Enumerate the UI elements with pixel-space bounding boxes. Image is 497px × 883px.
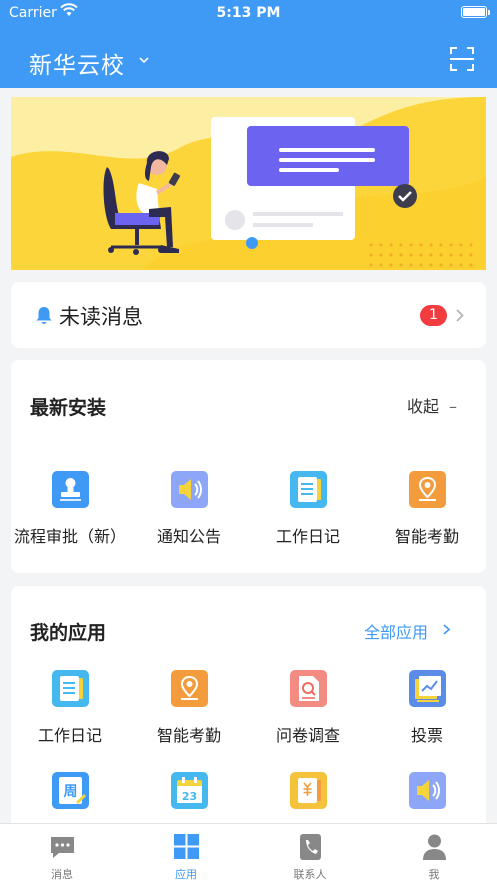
section-title: 最新安装 (30, 397, 107, 419)
app-label: 智能考勤 (156, 726, 221, 745)
stamp-icon (52, 471, 89, 508)
message-icon (51, 837, 74, 858)
battery-icon (461, 6, 490, 18)
tab-label: 我 (428, 868, 440, 881)
speaker-icon (409, 772, 446, 809)
apps-grid-icon (174, 834, 199, 859)
app-label: 问卷调查 (275, 726, 340, 745)
recent-installed-section: 最新安装 收起 – 流程审批（新） 通知公告 工作日记 智能考勤 (11, 360, 486, 573)
notebook-icon (52, 670, 89, 707)
section-title: 我的应用 (30, 622, 107, 644)
app-tile[interactable]: 流程审批（新） (11, 471, 129, 553)
profile-icon (423, 834, 446, 860)
bell-icon (36, 307, 52, 324)
collapse-button[interactable]: 收起 – (407, 393, 457, 417)
scan-icon[interactable] (449, 46, 475, 72)
all-apps-link[interactable]: 全部应用 (364, 619, 428, 643)
speaker-icon (171, 471, 208, 508)
weekly-report-icon-text: 周 (64, 784, 78, 800)
app-tile[interactable]: 工作日记 (249, 471, 367, 553)
notebook-icon (290, 471, 327, 508)
chevron-right-icon (456, 309, 464, 322)
chevron-right-icon[interactable] (442, 623, 451, 636)
survey-icon (290, 670, 327, 707)
collapse-label: 收起 (407, 397, 440, 416)
header: 新华云校 (0, 26, 497, 88)
salary-icon (290, 772, 327, 809)
tab-me[interactable]: 我 (372, 824, 496, 883)
app-tile[interactable]: 通知公告 (130, 471, 248, 553)
school-switcher[interactable]: 新华云校 (29, 46, 125, 80)
location-pin-icon (409, 471, 446, 508)
promo-banner[interactable] (11, 97, 486, 270)
app-label: 工作日记 (37, 726, 102, 745)
app-label: 工作日记 (275, 527, 340, 546)
app-tile[interactable]: 问卷调查 (249, 670, 367, 752)
tab-label: 消息 (51, 868, 73, 881)
calendar-icon: 23 (171, 772, 208, 809)
tab-apps[interactable]: 应用 (124, 824, 248, 883)
app-tile[interactable]: 投票 (368, 670, 486, 752)
app-label: 智能考勤 (394, 527, 459, 546)
status-time: 5:13 PM (216, 5, 281, 21)
tab-bar: 消息 应用 联系人 我 (0, 823, 497, 883)
my-apps-section: 我的应用 全部应用 工作日记 智能考勤 问卷调查 投票 周 23 (11, 586, 486, 846)
banner-illustration (11, 97, 486, 270)
app-tile[interactable]: 工作日记 (11, 670, 129, 752)
tab-messages[interactable]: 消息 (0, 824, 124, 883)
status-bar: Carrier 5:13 PM (0, 0, 497, 26)
tab-contacts[interactable]: 联系人 (248, 824, 372, 883)
vote-chart-icon (409, 670, 446, 707)
location-pin-icon (171, 670, 208, 707)
weekly-report-icon: 周 (52, 772, 89, 809)
collapse-dash: – (449, 397, 458, 416)
app-tile[interactable]: 智能考勤 (368, 471, 486, 553)
contacts-icon (300, 834, 321, 860)
chevron-down-icon[interactable] (138, 54, 150, 66)
tab-label: 应用 (175, 868, 197, 881)
app-label: 通知公告 (156, 527, 221, 546)
tab-label: 联系人 (293, 868, 327, 881)
unread-messages-row[interactable]: 未读消息 1 (11, 282, 486, 348)
app-tile[interactable]: 智能考勤 (130, 670, 248, 752)
app-label: 流程审批（新） (13, 527, 126, 546)
app-label: 投票 (410, 726, 443, 745)
unread-count-badge: 1 (420, 305, 447, 326)
calendar-icon-text: 23 (182, 790, 197, 803)
unread-label: 未读消息 (59, 305, 143, 329)
